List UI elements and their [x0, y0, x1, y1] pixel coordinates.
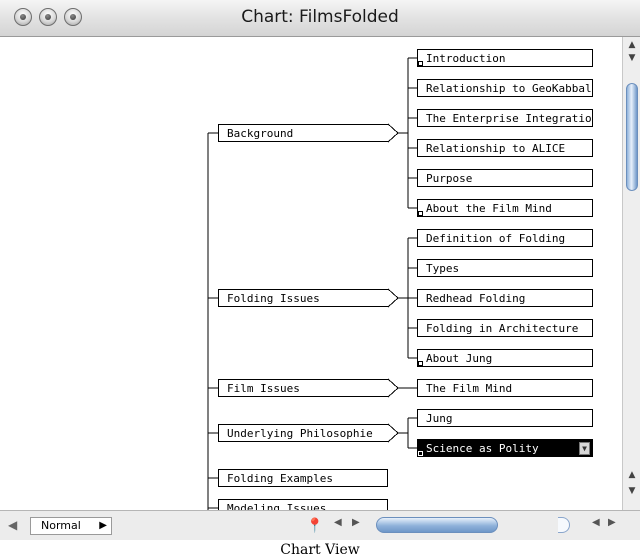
tree-node-child[interactable]: Definition of Folding: [417, 229, 593, 247]
node-label: Folding Issues: [227, 292, 320, 305]
tree-node-child[interactable]: Relationship to GeoKabbal: [417, 79, 593, 97]
window-title: Chart: FilmsFolded: [241, 7, 399, 27]
tree-node-child[interactable]: Folding in Architecture: [417, 319, 593, 337]
tree-node-parent[interactable]: Folding Examples: [218, 469, 388, 487]
tree-node-parent[interactable]: Underlying Philosophie: [218, 424, 388, 442]
node-label: Background: [227, 127, 294, 140]
node-label: Folding in Architecture: [426, 322, 579, 335]
tree-node-child[interactable]: Relationship to ALICE: [417, 139, 593, 157]
scroll-right-arrow-icon[interactable]: ▶: [608, 517, 616, 528]
scroll-up-arrow-icon[interactable]: ▲: [625, 39, 639, 52]
dropdown-arrow-icon: ▶: [99, 520, 107, 531]
figure-caption: Chart View: [280, 542, 360, 558]
node-label: Relationship to ALICE: [426, 142, 566, 155]
tree-node-child[interactable]: About Jung: [417, 349, 593, 367]
scroll-up-arrow-icon[interactable]: ▲: [625, 469, 639, 482]
node-label: Definition of Folding: [426, 232, 566, 245]
vertical-scrollbar[interactable]: ▲ ▼ ▲ ▼: [622, 37, 640, 510]
node-label: About Jung: [426, 352, 493, 365]
node-label: Jung: [426, 412, 453, 425]
node-label: Introduction: [426, 52, 506, 65]
zoom-value: Normal: [41, 519, 81, 532]
node-label: The Film Mind: [426, 382, 513, 395]
chart-window: Chart: FilmsFolded Background Introductio…: [0, 0, 640, 540]
scroll-down-arrow-icon[interactable]: ▼: [625, 52, 639, 65]
tree-node-child[interactable]: The Film Mind: [417, 379, 593, 397]
collapse-left-arrow-icon[interactable]: ◀: [8, 518, 17, 532]
dropdown-arrow-icon[interactable]: ▼: [579, 442, 590, 455]
note-marker-icon: [418, 361, 423, 366]
node-label: Redhead Folding: [426, 292, 526, 305]
note-marker-icon: [418, 451, 423, 456]
tree-node-child[interactable]: The Enterprise Integratio: [417, 109, 593, 127]
node-label: Types: [426, 262, 460, 275]
node-label: Folding Examples: [227, 472, 333, 485]
tree-node-child[interactable]: Jung: [417, 409, 593, 427]
bottom-bar: ◀ Normal ▶ 📍 ◀ ▶ ◀ ▶: [0, 510, 640, 540]
node-label: Science as Polity: [426, 442, 539, 455]
pin-icon[interactable]: 📍: [306, 517, 324, 535]
tree-node-child[interactable]: About the Film Mind: [417, 199, 593, 217]
note-marker-icon: [418, 211, 423, 216]
scroll-down-arrow-icon[interactable]: ▼: [625, 485, 639, 498]
tree-node-child[interactable]: Science as Polity ▼: [417, 439, 593, 457]
node-label: Relationship to GeoKabbal: [426, 82, 592, 95]
tree-node-parent[interactable]: Film Issues: [218, 379, 388, 397]
node-label: Purpose: [426, 172, 473, 185]
title-bar[interactable]: Chart: FilmsFolded: [0, 0, 640, 37]
horizontal-scroll-thumb[interactable]: [376, 517, 498, 533]
tree-node-child[interactable]: Purpose: [417, 169, 593, 187]
node-label: About the Film Mind: [426, 202, 552, 215]
tree-node-child[interactable]: Redhead Folding: [417, 289, 593, 307]
node-label: Underlying Philosophie: [227, 427, 373, 440]
zoom-selector[interactable]: Normal ▶: [30, 517, 112, 535]
vertical-scroll-thumb[interactable]: [626, 83, 638, 191]
node-label: Film Issues: [227, 382, 300, 395]
tree-node-parent[interactable]: Folding Issues: [218, 289, 388, 307]
scroll-right-arrow-icon[interactable]: ▶: [352, 517, 360, 528]
node-label: Modeling Issues: [227, 502, 327, 510]
tree-node-child[interactable]: Types: [417, 259, 593, 277]
horizontal-scroll-thumb-end: [558, 517, 570, 533]
tree-node-child[interactable]: Introduction: [417, 49, 593, 67]
chart-canvas[interactable]: Background Introduction Relationship to Ge…: [0, 37, 622, 510]
node-label: The Enterprise Integratio: [426, 112, 592, 125]
tree-node-parent[interactable]: Background: [218, 124, 388, 142]
tree-node-parent[interactable]: Modeling Issues: [218, 499, 388, 510]
scroll-left-arrow-icon[interactable]: ◀: [592, 517, 600, 528]
note-marker-icon: [418, 61, 423, 66]
scroll-left-arrow-icon[interactable]: ◀: [334, 517, 342, 528]
